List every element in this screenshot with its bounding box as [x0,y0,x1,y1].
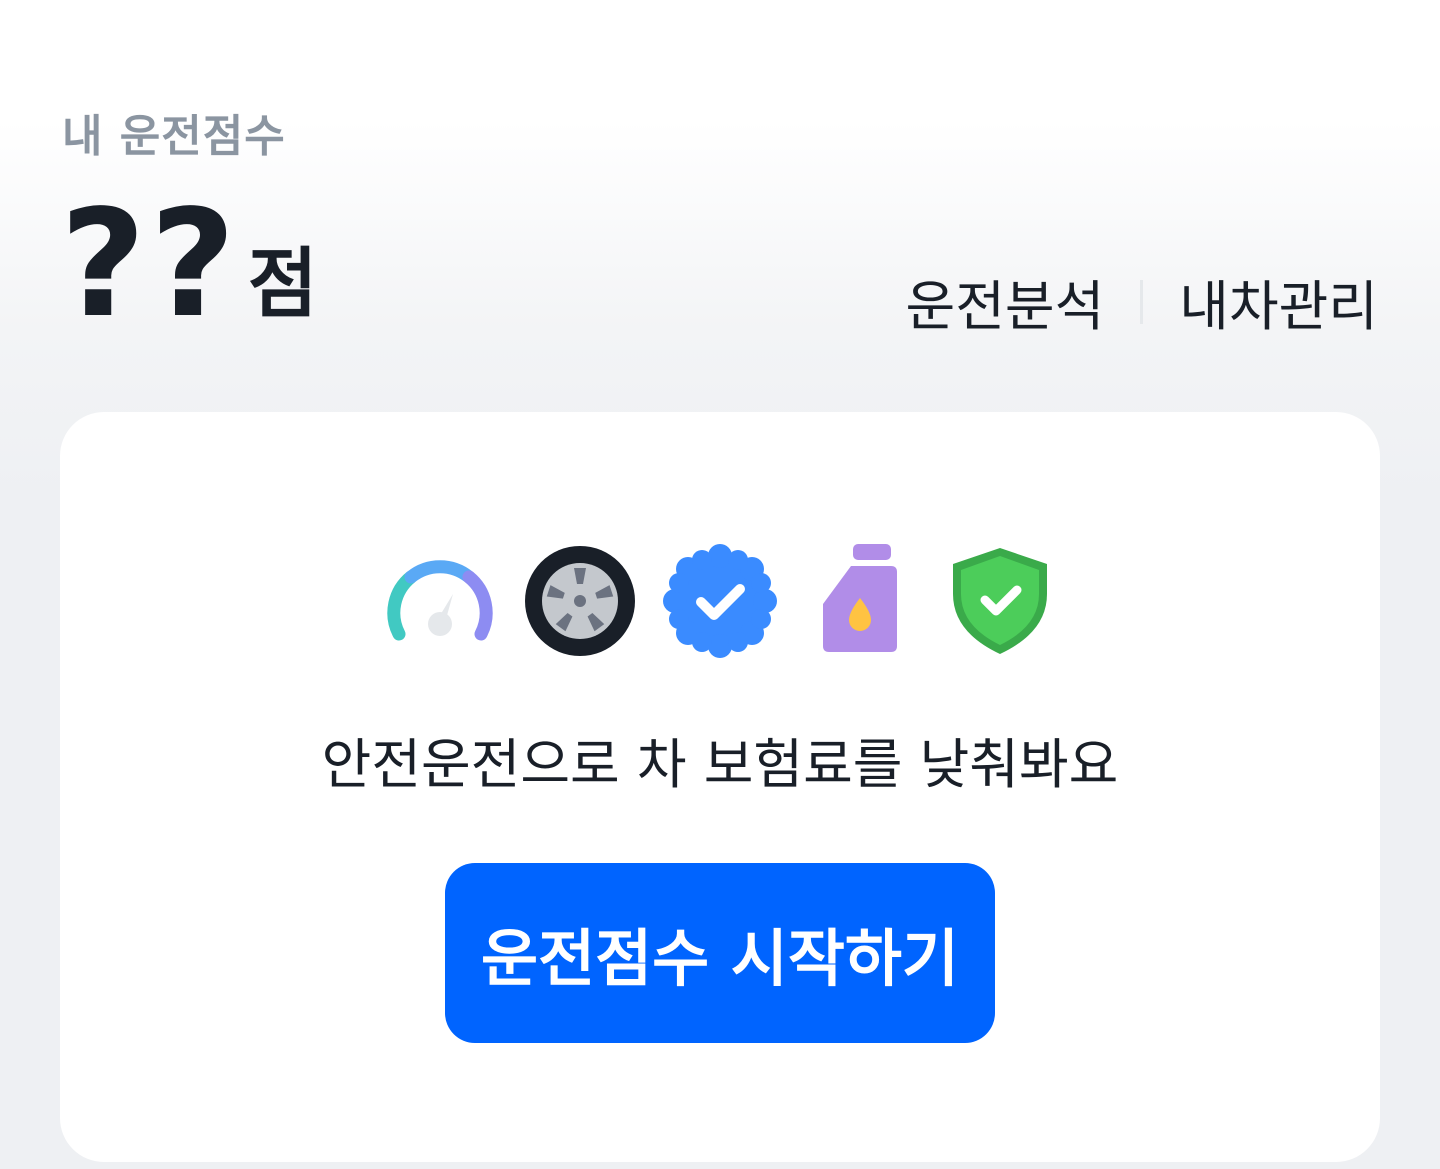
speedometer-icon [381,542,499,660]
shield-check-icon [941,542,1059,660]
score-label: 내 운전점수 [62,111,286,162]
score-display: ?? 점 [60,190,318,338]
start-driving-score-button[interactable]: 운전점수 시작하기 [445,863,995,1043]
engine-oil-icon [801,542,919,660]
my-car-management-link[interactable]: 내차관리 [1179,262,1378,341]
verified-badge-icon [661,542,779,660]
score-unit: 점 [247,239,318,328]
promo-message: 안전운전으로 차 보험료를 낮춰봐요 [321,733,1119,796]
tire-icon [521,542,639,660]
driving-score-card: 안전운전으로 차 보험료를 낮춰봐요 운전점수 시작하기 [60,412,1380,1162]
score-header: 내 운전점수 ?? 점 운전분석 내차관리 [0,0,1440,400]
header-links: 운전분석 내차관리 [906,262,1378,341]
link-divider [1140,279,1144,324]
feature-icons [60,542,1380,660]
score-value: ?? [60,178,240,350]
driving-analysis-link[interactable]: 운전분석 [906,262,1105,341]
